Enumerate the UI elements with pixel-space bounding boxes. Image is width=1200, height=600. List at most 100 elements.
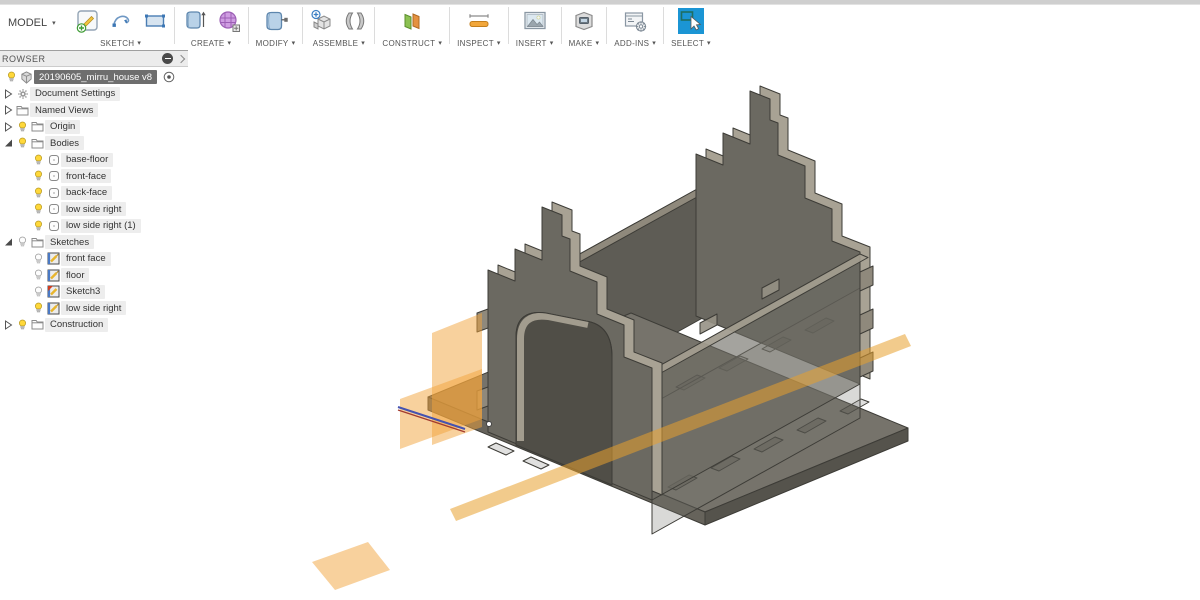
browser-item-label[interactable]: low side right (1) [61, 218, 141, 233]
browser-item-label[interactable]: base-floor [61, 152, 114, 167]
body-icon [46, 170, 61, 182]
visibility-bulb-icon[interactable] [31, 170, 46, 182]
browser-item-label[interactable]: Named Views [30, 103, 99, 118]
chevron-down-icon: ▾ [707, 40, 711, 47]
visibility-bulb-icon[interactable] [15, 319, 30, 331]
browser-item-label[interactable]: front face [61, 251, 111, 266]
expander-collapsed-icon[interactable] [2, 105, 15, 116]
visibility-bulb-icon[interactable] [31, 302, 46, 314]
make-button[interactable] [572, 9, 596, 33]
insert-button[interactable] [522, 8, 548, 34]
expander-expanded-icon[interactable] [2, 237, 15, 247]
create-sketch-icon [76, 10, 98, 33]
panel-minimize-icon[interactable] [162, 53, 173, 64]
browser-item-named-views[interactable]: Named Views [0, 102, 188, 119]
chevron-down-icon: ▾ [52, 19, 56, 27]
expander-expanded-icon[interactable] [2, 138, 15, 148]
browser-item-front-face[interactable]: front face [0, 251, 188, 268]
browser-item-label[interactable]: Construction [45, 317, 109, 332]
extrude-button[interactable] [182, 8, 208, 34]
browser-item-base-floor[interactable]: base-floor [0, 152, 188, 169]
browser-item-label[interactable]: 20190605_mirru_house v8 [34, 70, 158, 85]
toolbar-group-create: CREATE ▾ [175, 5, 248, 49]
chevron-down-icon: ▾ [549, 40, 554, 47]
activate-component-radio-icon[interactable] [161, 71, 176, 83]
browser-item-front-face[interactable]: front-face [0, 168, 188, 185]
folder-icon [30, 138, 45, 149]
browser-tree: 20190605_mirru_house v8 Document Settings… [0, 67, 188, 333]
browser-item-label[interactable]: low side right [61, 301, 127, 316]
rectangle-button[interactable] [143, 9, 167, 33]
new-component-button[interactable] [310, 9, 334, 33]
construction-plane-left[interactable] [312, 313, 482, 590]
toolbar-group-modify: MODIFY ▾ [249, 5, 303, 49]
press-pull-button[interactable] [263, 8, 289, 34]
scripts-addins-icon [625, 12, 647, 32]
browser-item-label[interactable]: Bodies [45, 136, 85, 151]
toolbar-group-insert: INSERT ▾ [509, 5, 561, 49]
workspace-switcher[interactable]: MODEL ▾ [8, 17, 56, 29]
folder-icon [15, 105, 30, 116]
chevron-down-icon: ▾ [361, 40, 366, 47]
browser-item-label[interactable]: floor [61, 268, 90, 283]
main-toolbar: MODEL ▾ SKETCH ▾ CREATE ▾ MODIFY ▾ ASSEM… [0, 5, 718, 49]
browser-item-label[interactable]: low side right [61, 202, 127, 217]
rectangle-icon [144, 14, 165, 28]
visibility-bulb-icon[interactable] [15, 137, 30, 149]
panel-collapse-icon[interactable] [176, 54, 186, 63]
browser-item-label[interactable]: front-face [61, 169, 112, 184]
browser-item-low-side-right[interactable]: low side right [0, 201, 188, 218]
browser-item-low-side-right[interactable]: low side right [0, 300, 188, 317]
joint-button[interactable] [343, 9, 367, 33]
browser-item-document-settings[interactable]: Document Settings [0, 86, 188, 103]
browser-item-label[interactable]: Sketch3 [61, 284, 106, 299]
browser-item-bodies[interactable]: Bodies [0, 135, 188, 152]
visibility-bulb-icon[interactable] [31, 203, 46, 215]
create-form-button[interactable] [217, 9, 241, 33]
sketch-icon [46, 269, 61, 282]
visibility-bulb-icon[interactable] [31, 286, 46, 298]
folder-icon [30, 121, 45, 132]
browser-panel: ROWSER 20190605_mirru_house v8 Document S… [0, 50, 188, 333]
browser-item-label[interactable]: Document Settings [30, 86, 121, 101]
visibility-bulb-icon[interactable] [31, 154, 46, 166]
browser-item-sketch3[interactable]: Sketch3 [0, 284, 188, 301]
browser-item-sketches[interactable]: Sketches [0, 234, 188, 251]
browser-item-low-side-right-1[interactable]: low side right (1) [0, 218, 188, 235]
browser-item-label[interactable]: Origin [45, 119, 81, 134]
browser-item-label[interactable]: back-face [61, 185, 113, 200]
select-button[interactable] [677, 8, 704, 34]
expander-collapsed-icon[interactable] [2, 88, 15, 99]
browser-panel-title: ROWSER [2, 53, 46, 64]
sketch-icon [46, 302, 61, 315]
visibility-bulb-icon[interactable] [31, 187, 46, 199]
expander-collapsed-icon[interactable] [2, 121, 15, 132]
select-icon [677, 8, 704, 34]
browser-item-back-face[interactable]: back-face [0, 185, 188, 202]
toolbar-group-select: SELECT ▾ [664, 5, 718, 49]
browser-item-20190605-mirru-house-v8[interactable]: 20190605_mirru_house v8 [0, 69, 188, 86]
construction-plane-icon [404, 13, 420, 30]
joint-icon [346, 12, 365, 30]
browser-item-label[interactable]: Sketches [45, 235, 95, 250]
sketch-point [486, 421, 492, 427]
browser-item-origin[interactable]: Origin [0, 119, 188, 136]
construction-plane-button[interactable] [400, 9, 424, 33]
visibility-bulb-icon[interactable] [4, 71, 19, 83]
scripts-addins-button[interactable] [622, 8, 648, 34]
visibility-bulb-icon[interactable] [15, 236, 30, 248]
browser-item-construction[interactable]: Construction [0, 317, 188, 334]
visibility-bulb-icon[interactable] [31, 220, 46, 232]
visibility-bulb-icon[interactable] [15, 121, 30, 133]
browser-item-floor[interactable]: floor [0, 267, 188, 284]
visibility-bulb-icon[interactable] [31, 253, 46, 265]
measure-button[interactable] [466, 8, 492, 34]
visibility-bulb-icon[interactable] [31, 269, 46, 281]
expander-collapsed-icon[interactable] [2, 319, 15, 330]
body-icon [46, 154, 61, 166]
spline-button[interactable] [110, 9, 134, 33]
chevron-down-icon: ▾ [137, 40, 142, 47]
toolbar-group-construct: CONSTRUCT ▾ [375, 5, 449, 49]
new-component-icon [311, 9, 331, 30]
create-sketch-button[interactable] [75, 8, 101, 34]
